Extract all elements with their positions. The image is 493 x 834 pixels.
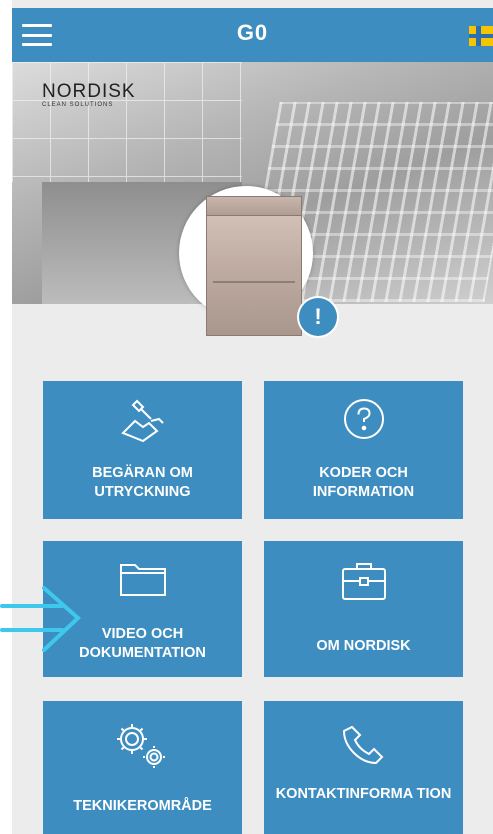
tile-label: KODER OCH INFORMATION xyxy=(312,465,415,500)
tile-om-nordisk[interactable]: OM NORDISK xyxy=(264,541,463,677)
folder-icon xyxy=(119,564,166,596)
tile-label: KONTAKTINFORMA TION xyxy=(275,786,452,802)
tile-teknikeromrade[interactable]: TEKNIKEROMRÅDE xyxy=(43,701,242,834)
pointer-arrow-icon xyxy=(0,586,81,652)
swedish-flag-icon[interactable] xyxy=(469,26,493,46)
tile-label: BEGÄRAN OM UTRYCKNING xyxy=(92,465,193,500)
gears-icon xyxy=(116,724,165,768)
dishwasher-image xyxy=(206,196,302,336)
app-screen: G0 NORDISK CLEAN SOLUTIONS ! BEGÄRAN OM … xyxy=(12,0,493,834)
tile-label: TEKNIKEROMRÅDE xyxy=(73,798,212,814)
tile-label: OM NORDISK xyxy=(316,638,411,654)
tile-begaran-om-utryckning[interactable]: BEGÄRAN OM UTRYCKNING xyxy=(43,381,242,519)
tile-kontaktinformation[interactable]: KONTAKTINFORMA TION xyxy=(264,701,463,834)
tile-koder-och-information[interactable]: KODER OCH INFORMATION xyxy=(264,381,463,519)
wrench-hand-icon xyxy=(120,399,164,443)
app-title: G0 xyxy=(236,20,269,45)
alert-badge[interactable]: ! xyxy=(299,298,337,336)
question-circle-icon xyxy=(343,399,384,439)
briefcase-icon xyxy=(341,563,386,600)
top-bar: G0 xyxy=(12,8,493,62)
phone-icon xyxy=(342,725,383,765)
nordisk-logo: NORDISK CLEAN SOLUTIONS xyxy=(42,81,136,108)
